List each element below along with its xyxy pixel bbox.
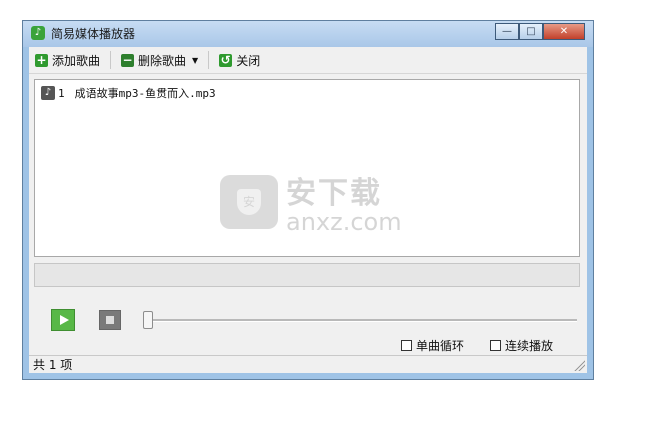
list-item-index: 1	[58, 86, 65, 100]
app-window: ♪ 简易媒体播放器 — □ ✕ + 添加歌曲 − 删除歌曲 ▼ ↺ 关闭 ♪ 1…	[22, 20, 594, 380]
info-bar	[34, 263, 580, 287]
window-controls: — □ ✕	[495, 23, 585, 40]
toolbar: + 添加歌曲 − 删除歌曲 ▼ ↺ 关闭	[29, 47, 587, 74]
single-loop-label: 单曲循环	[416, 339, 465, 353]
single-loop-checkbox[interactable]: 单曲循环	[401, 337, 464, 354]
close-label: 关闭	[236, 53, 261, 68]
list-item-name: 成语故事mp3-鱼贯而入.mp3	[74, 87, 216, 100]
watermark-text-cn: 安下载	[286, 176, 382, 211]
title-bar[interactable]: ♪ 简易媒体播放器 — □ ✕	[23, 21, 593, 47]
continuous-play-checkbox[interactable]: 连续播放	[490, 337, 553, 354]
chevron-down-icon[interactable]: ▼	[192, 56, 198, 65]
maximize-button[interactable]: □	[519, 23, 543, 40]
music-note-icon: ♪	[41, 86, 55, 100]
stop-button[interactable]	[99, 310, 121, 330]
list-item[interactable]: ♪ 1 成语故事mp3-鱼贯而入.mp3	[41, 85, 216, 101]
add-song-button[interactable]: + 添加歌曲	[29, 49, 106, 71]
progress-slider[interactable]	[147, 319, 577, 322]
shield-icon: 安	[237, 189, 261, 215]
playlist[interactable]: ♪ 1 成语故事mp3-鱼贯而入.mp3 安 安下载 anxz.com	[34, 79, 580, 257]
back-arrow-icon: ↺	[219, 52, 233, 67]
delete-song-label: 删除歌曲	[138, 53, 187, 68]
watermark-text-en: anxz.com	[286, 208, 402, 236]
checkbox-box[interactable]	[490, 340, 501, 351]
continuous-play-label: 连续播放	[505, 339, 554, 353]
app-icon: ♪	[31, 26, 45, 40]
delete-song-button[interactable]: − 删除歌曲 ▼	[115, 49, 204, 71]
watermark: 安 安下载 anxz.com	[220, 168, 402, 236]
toolbar-separator	[110, 51, 112, 69]
resize-grip-icon[interactable]	[573, 359, 585, 371]
minimize-button[interactable]: —	[495, 23, 519, 40]
minus-icon: −	[121, 52, 135, 67]
client-area: + 添加歌曲 − 删除歌曲 ▼ ↺ 关闭 ♪ 1 成语故事mp3-鱼贯而入.mp…	[29, 47, 587, 373]
close-button[interactable]: ↺ 关闭	[213, 49, 266, 71]
window-title: 简易媒体播放器	[51, 27, 136, 41]
plus-icon: +	[35, 52, 48, 67]
toolbar-separator	[208, 51, 210, 69]
checkbox-box[interactable]	[401, 340, 412, 351]
progress-slider-thumb[interactable]	[143, 311, 153, 329]
close-window-button[interactable]: ✕	[543, 23, 585, 40]
status-text: 共 1 项	[33, 358, 73, 372]
play-button[interactable]	[51, 309, 75, 331]
add-song-label: 添加歌曲	[52, 53, 101, 68]
watermark-bag-icon: 安	[220, 175, 278, 229]
status-bar: 共 1 项	[29, 355, 587, 373]
